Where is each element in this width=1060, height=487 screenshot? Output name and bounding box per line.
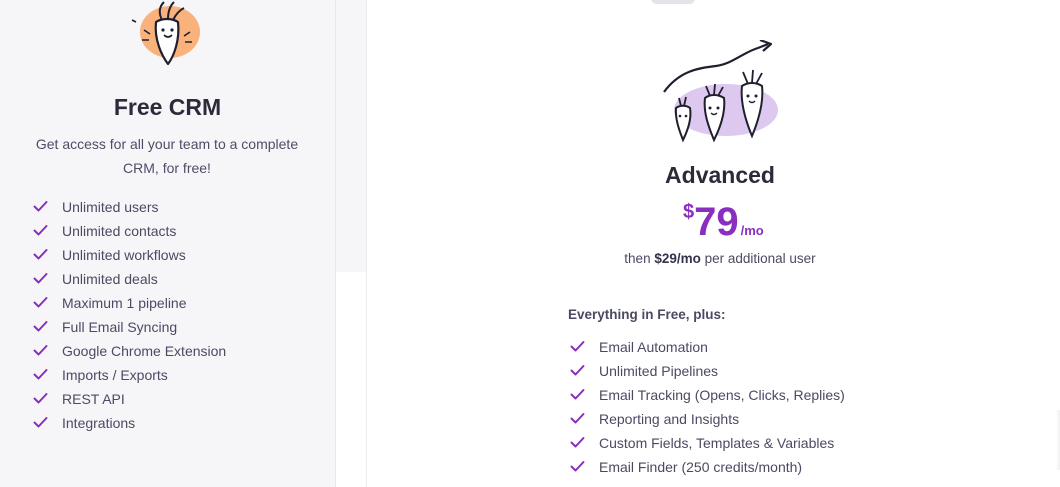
advanced-price: $79/mo — [683, 198, 764, 246]
checkmark-icon — [33, 345, 48, 356]
checkmark-icon — [570, 461, 585, 472]
feature-item: Email Tracking (Opens, Clicks, Replies) — [570, 383, 845, 407]
feature-label: Unlimited users — [62, 199, 159, 215]
checkmark-icon — [33, 321, 48, 332]
feature-label: Email Tracking (Opens, Clicks, Replies) — [599, 387, 845, 403]
feature-item: Email Finder (250 credits/month) — [570, 455, 845, 479]
checkmark-icon — [33, 225, 48, 236]
feature-item: Integrations — [33, 411, 226, 435]
feature-label: Google Chrome Extension — [62, 343, 227, 359]
free-feature-list: Unlimited users Unlimited contacts Unlimit… — [33, 195, 226, 435]
feature-label: Unlimited Pipelines — [599, 363, 719, 379]
feature-item: Full Email Syncing — [33, 315, 226, 339]
feature-label: Unlimited deals — [62, 271, 158, 287]
checkmark-icon — [33, 201, 48, 212]
additional-user-price: then $29/mo per additional user — [366, 251, 1060, 266]
checkmark-icon — [33, 393, 48, 404]
includes-label: Everything in Free, plus: — [568, 307, 726, 322]
checkmark-icon — [570, 341, 585, 352]
additional-price-amount: $29/mo — [654, 251, 701, 266]
feature-label: REST API — [62, 391, 125, 407]
price-currency: $ — [683, 201, 695, 223]
checkmark-icon — [33, 369, 48, 380]
billing-toggle[interactable] — [651, 0, 695, 4]
price-amount: 79 — [694, 200, 739, 244]
feature-label: Unlimited contacts — [62, 223, 177, 239]
checkmark-icon — [570, 413, 585, 424]
feature-item: REST API — [33, 387, 226, 411]
three-carrots-growth-arrow-illustration — [663, 40, 778, 143]
feature-label: Custom Fields, Templates & Variables — [599, 435, 835, 451]
price-period: /mo — [740, 223, 764, 238]
feature-item: Unlimited deals — [33, 267, 226, 291]
advanced-plan-title: Advanced — [665, 162, 775, 188]
advanced-feature-list: Email Automation Unlimited Pipelines Email… — [570, 335, 845, 479]
feature-label: Full Email Syncing — [62, 319, 178, 335]
checkmark-icon — [570, 437, 585, 448]
feature-item: Google Chrome Extension — [33, 339, 226, 363]
checkmark-icon — [570, 365, 585, 376]
card-gap — [336, 0, 366, 487]
feature-label: Imports / Exports — [62, 367, 168, 383]
additional-price-prefix: then — [624, 251, 655, 266]
feature-label: Maximum 1 pipeline — [62, 295, 187, 311]
feature-label: Integrations — [62, 415, 136, 431]
edge-shadow — [1056, 410, 1060, 470]
feature-item: Maximum 1 pipeline — [33, 291, 226, 315]
checkmark-icon — [33, 417, 48, 428]
feature-item: Unlimited contacts — [33, 219, 226, 243]
feature-label: Reporting and Insights — [599, 411, 740, 427]
feature-item: Unlimited workflows — [33, 243, 226, 267]
feature-item: Email Automation — [570, 335, 845, 359]
free-plan-title: Free CRM — [113, 94, 222, 120]
checkmark-icon — [33, 249, 48, 260]
feature-item: Unlimited Pipelines — [570, 359, 845, 383]
feature-item: Custom Fields, Templates & Variables — [570, 431, 845, 455]
feature-item: Imports / Exports — [33, 363, 226, 387]
free-plan-description: Get access for all your team to a comple… — [35, 136, 299, 176]
checkmark-icon — [570, 389, 585, 400]
feature-label: Email Finder (250 credits/month) — [599, 459, 803, 475]
feature-label: Unlimited workflows — [62, 247, 186, 263]
feature-item: Reporting and Insights — [570, 407, 845, 431]
additional-price-suffix: per additional user — [700, 251, 816, 266]
single-carrot-illustration — [131, 1, 200, 66]
checkmark-icon — [33, 273, 48, 284]
checkmark-icon — [33, 297, 48, 308]
feature-item: Unlimited users — [33, 195, 226, 219]
feature-label: Email Automation — [599, 339, 708, 355]
